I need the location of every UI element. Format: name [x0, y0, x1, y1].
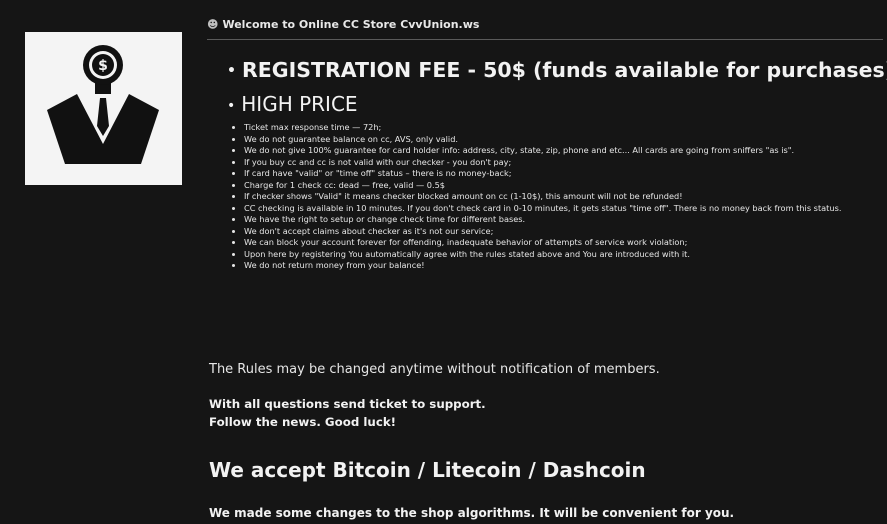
- payment-methods-heading: We accept Bitcoin / Litecoin / Dashcoin: [209, 458, 646, 482]
- divider: [207, 39, 883, 40]
- changes-notice: We made some changes to the shop algorit…: [209, 506, 735, 520]
- rule-item: Upon here by registering You automatical…: [244, 249, 887, 261]
- svg-text:$: $: [98, 58, 108, 74]
- bullet-icon: •: [227, 97, 236, 114]
- smiley-icon: ☻: [207, 18, 219, 31]
- rule-item: We do not return money from your balance…: [244, 260, 887, 272]
- main-content: ☻ Welcome to Online CC Store CvvUnion.ws…: [207, 0, 887, 524]
- rule-item: If you buy cc and cc is not valid with o…: [244, 157, 887, 169]
- registration-fee-heading: • REGISTRATION FEE - 50$ (funds available…: [227, 58, 887, 82]
- rules-list: Ticket max response time — 72h; We do no…: [231, 122, 887, 272]
- rule-item: If card have "valid" or "time off" statu…: [244, 168, 887, 180]
- bullet-icon: •: [227, 63, 236, 79]
- rules-change-notice: The Rules may be changed anytime without…: [209, 362, 660, 377]
- rule-item: We do not give 100% guarantee for card h…: [244, 145, 887, 157]
- support-line-2: Follow the news. Good luck!: [209, 415, 397, 429]
- rule-item: Charge for 1 check cc: dead — free, vali…: [244, 180, 887, 192]
- rule-item: We do not guarantee balance on cc, AVS, …: [244, 134, 887, 146]
- rule-item: We can block your account forever for of…: [244, 237, 887, 249]
- rule-item: If checker shows "Valid" it means checke…: [244, 191, 887, 203]
- rule-item: CC checking is available in 10 minutes. …: [244, 203, 887, 215]
- rule-item: Ticket max response time — 72h;: [244, 122, 887, 134]
- support-notice: With all questions send ticket to suppor…: [209, 395, 486, 431]
- welcome-title: Welcome to Online CC Store CvvUnion.ws: [222, 18, 480, 31]
- store-logo: $: [25, 32, 182, 185]
- rule-item: We have the right to setup or change che…: [244, 214, 887, 226]
- suit-man-dollar-logo: $: [47, 45, 159, 164]
- high-price-heading: • HIGH PRICE: [227, 92, 358, 116]
- rule-item: We don't accept claims about checker as …: [244, 226, 887, 238]
- welcome-header: ☻ Welcome to Online CC Store CvvUnion.ws: [207, 18, 479, 31]
- support-line-1: With all questions send ticket to suppor…: [209, 397, 486, 411]
